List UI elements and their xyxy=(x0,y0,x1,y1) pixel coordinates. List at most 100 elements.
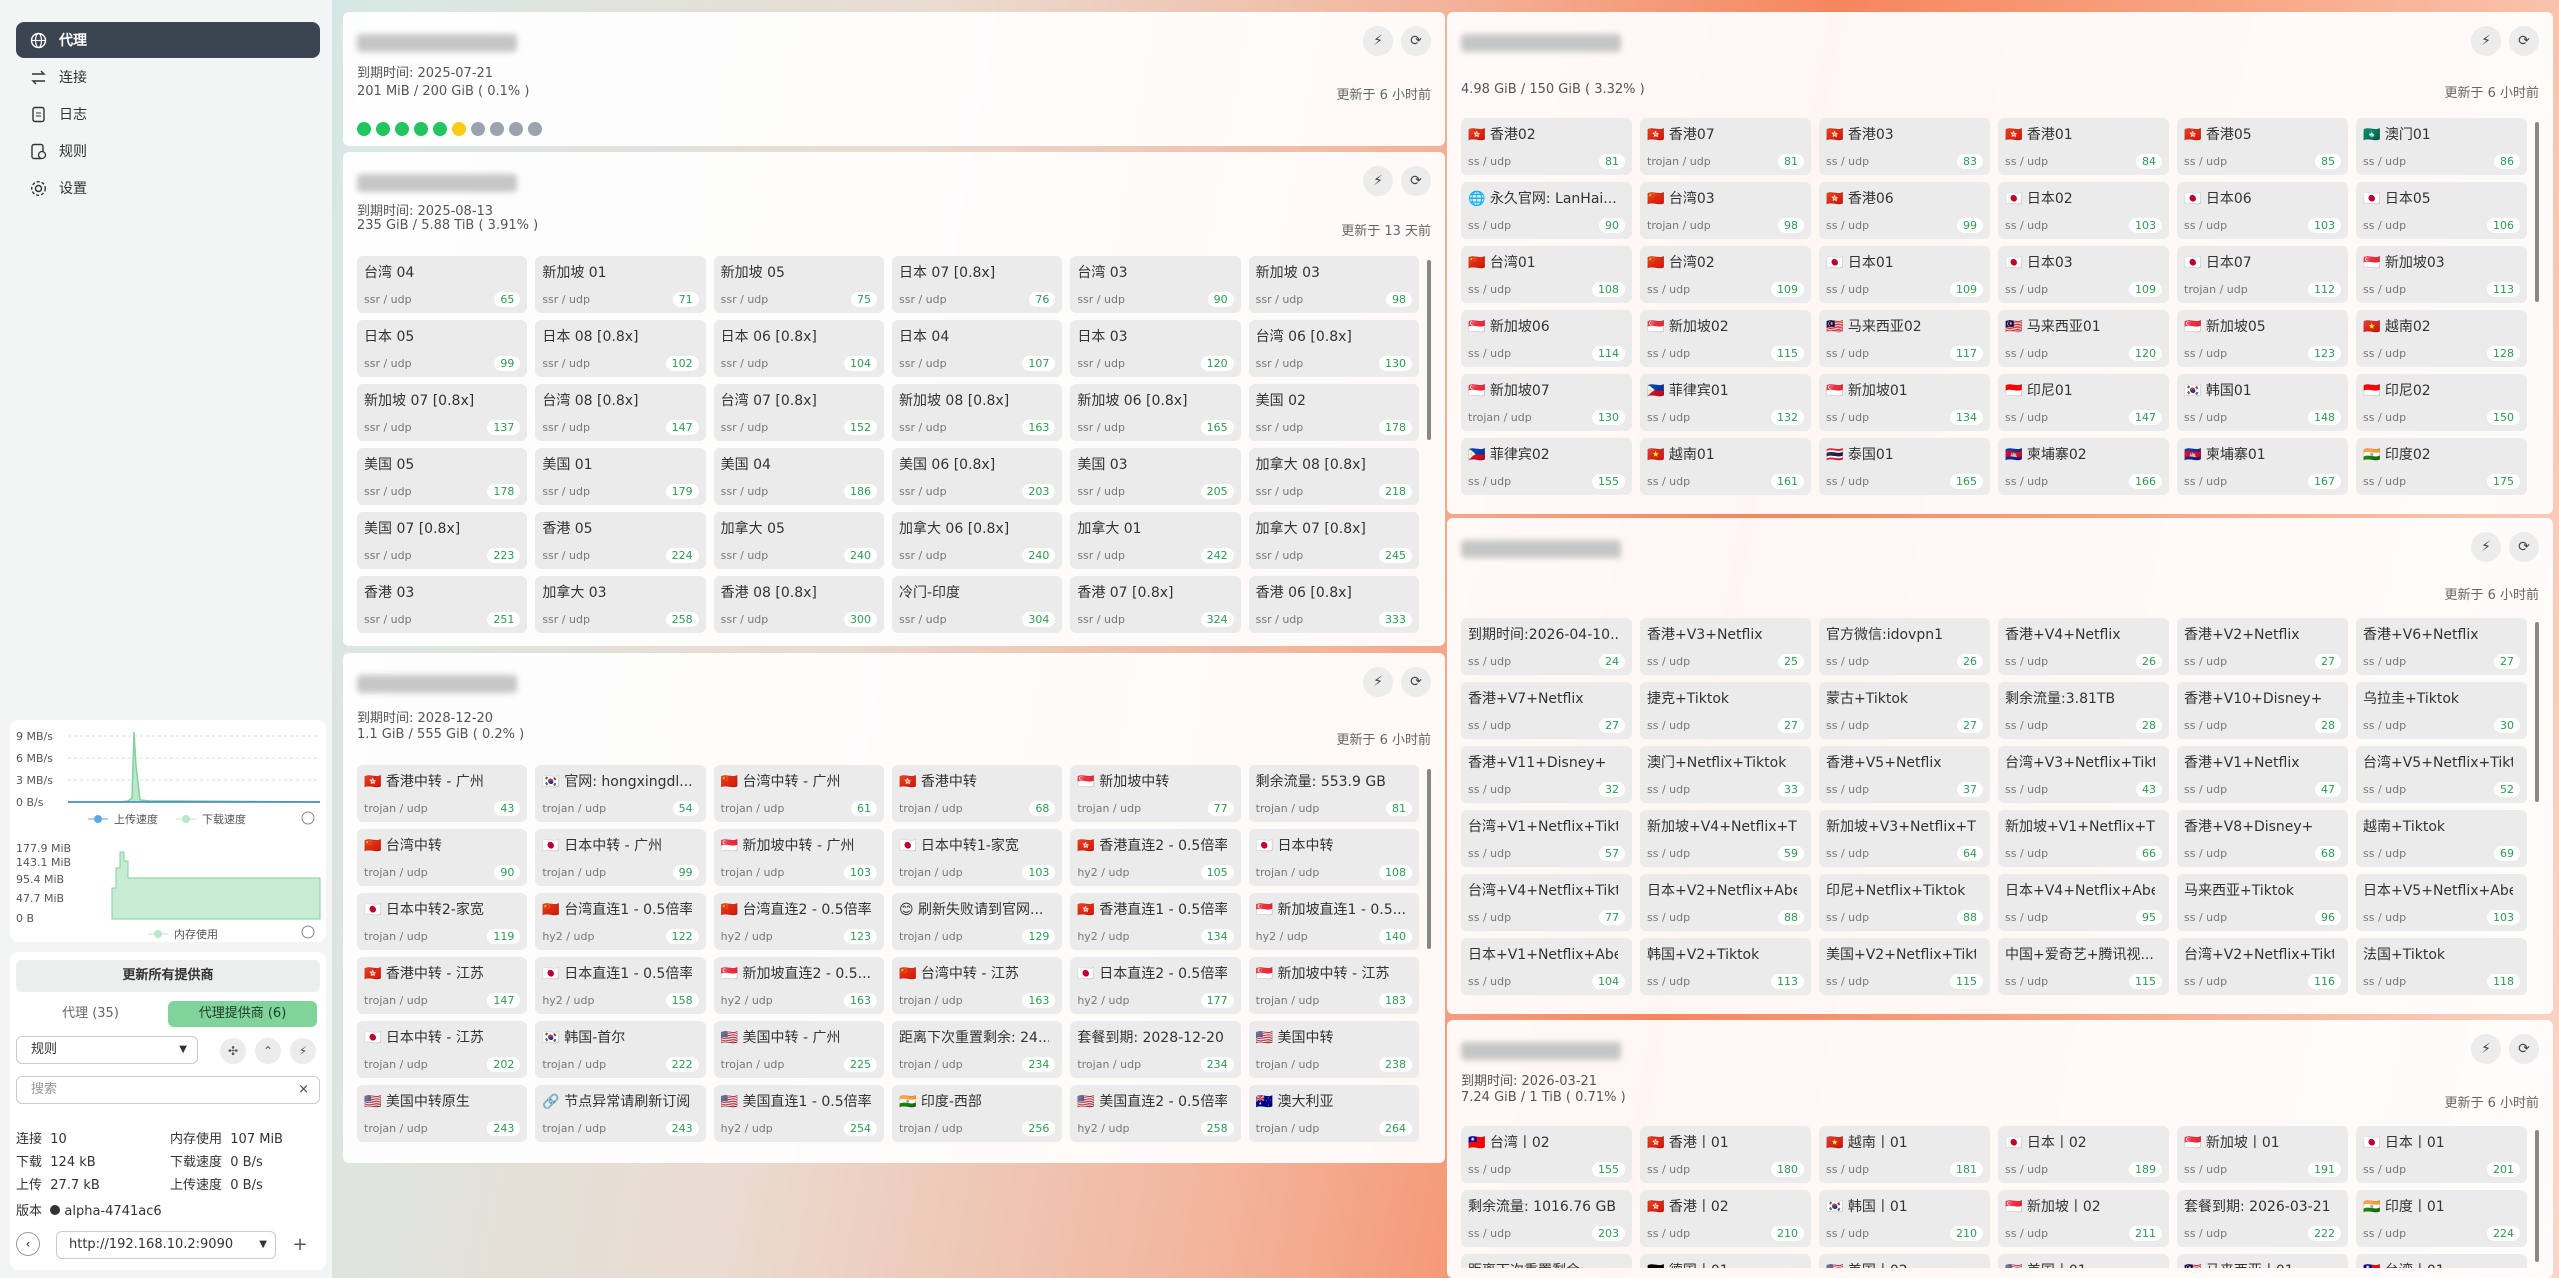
proxy-node[interactable]: 🇸🇬 新加坡02 ss / udp 115 xyxy=(1640,310,1811,367)
tab-proxies[interactable]: 代理 (35) xyxy=(16,1001,165,1027)
proxy-node[interactable]: 🇺🇸 美国丨01ss / udp236 xyxy=(1998,1254,2169,1268)
proxy-node[interactable]: 🇯🇵 日本丨02 ss / udp 189 xyxy=(1998,1126,2169,1183)
proxy-node[interactable]: 美国 05 ssr / udp 178 xyxy=(357,448,528,505)
proxy-node[interactable]: 🇭🇰 香港01 ss / udp 84 xyxy=(1998,118,2169,175)
proxy-node[interactable]: 🇭🇰 香港03 ss / udp 83 xyxy=(1819,118,1990,175)
proxy-node[interactable]: 🇭🇰 香港直连2 - 0.5倍率 hy2 / udp 105 xyxy=(1070,829,1241,886)
refresh-icon[interactable]: ⟳ xyxy=(1401,26,1431,56)
proxy-node[interactable]: 🇸🇬 新加坡中转 - 广州 trojan / udp 103 xyxy=(713,829,884,886)
health-check-icon[interactable]: ⚡ xyxy=(1363,26,1393,56)
proxy-node[interactable]: 🇸🇬 新加坡07 trojan / udp 130 xyxy=(1461,374,1632,431)
proxy-node[interactable]: 🇯🇵 日本中转 - 江苏 trojan / udp 202 xyxy=(357,1021,528,1078)
proxy-node[interactable]: 香港+V1+Netflix ss / udp 47 xyxy=(2177,746,2348,803)
health-check-icon[interactable]: ⚡ xyxy=(2471,1034,2501,1064)
proxy-node[interactable]: 🇭🇰 香港02 ss / udp 81 xyxy=(1461,118,1632,175)
proxy-node[interactable]: 新加坡 05 ssr / udp 75 xyxy=(713,256,884,313)
proxy-node[interactable]: 加拿大 05 ssr / udp 240 xyxy=(713,512,884,569)
proxy-node[interactable]: 🇸🇬 新加坡05 ss / udp 123 xyxy=(2177,310,2348,367)
proxy-node[interactable]: 🇯🇵 日本02 ss / udp 103 xyxy=(1998,182,2169,239)
proxy-node[interactable]: 台湾+V4+Netflix+Tiktok ss / udp 77 xyxy=(1461,874,1632,931)
proxy-node[interactable]: 🇺🇸 美国中转原生 trojan / udp 243 xyxy=(357,1085,528,1142)
proxy-node[interactable]: 套餐到期: 2028-12-20 trojan / udp 234 xyxy=(1070,1021,1241,1078)
proxy-node[interactable]: 官方微信:idovpn1 ss / udp 26 xyxy=(1819,618,1990,675)
proxy-node[interactable]: 😊 刷新失败请到官网... trojan / udp 129 xyxy=(891,893,1063,950)
nav-item-4[interactable]: 设置 xyxy=(16,170,320,206)
proxy-node[interactable]: 套餐到期: 2026-03-21 ss / udp 222 xyxy=(2177,1190,2348,1247)
scrollbar[interactable] xyxy=(1427,769,1431,949)
proxy-node[interactable]: 🇲🇾 马来西亚01 ss / udp 120 xyxy=(1998,310,2169,367)
proxy-node[interactable]: 澳门+Netflix+Tiktok ss / udp 33 xyxy=(1640,746,1811,803)
proxy-node[interactable]: 🇻🇳 越南丨01 ss / udp 181 xyxy=(1819,1126,1990,1183)
proxy-node[interactable]: 新加坡 08 [0.8x] ssr / udp 163 xyxy=(891,384,1063,441)
proxy-node[interactable]: 香港 06 [0.8x] ssr / udp 333 xyxy=(1248,576,1419,633)
proxy-node[interactable]: 🇯🇵 日本中转 - 广州 trojan / udp 99 xyxy=(535,829,706,886)
scrollbar[interactable] xyxy=(2535,622,2539,802)
proxy-node[interactable]: 🇺🇸 美国直连1 - 0.5倍率 hy2 / udp 254 xyxy=(713,1085,884,1142)
scrollbar[interactable] xyxy=(1427,260,1431,440)
proxy-node[interactable]: 法国+Tiktok ss / udp 118 xyxy=(2356,938,2527,995)
proxy-node[interactable]: 🇯🇵 日本中转1-家宽 trojan / udp 103 xyxy=(891,829,1063,886)
proxy-node[interactable]: 🇰🇷 韩国-首尔 trojan / udp 222 xyxy=(535,1021,706,1078)
proxy-node[interactable]: 台湾 04 ssr / udp 65 xyxy=(357,256,528,313)
proxy-node[interactable]: 🇲🇾 马来西亚02 ss / udp 117 xyxy=(1819,310,1990,367)
proxy-node[interactable]: 🇯🇵 日本01 ss / udp 109 xyxy=(1819,246,1990,303)
proxy-node[interactable]: 美国 01 ssr / udp 179 xyxy=(535,448,706,505)
backend-select[interactable]: http://192.168.10.2:9090 ▼ xyxy=(56,1231,276,1259)
proxy-node[interactable]: 距离下次重置剩余: ...ss / udp230 xyxy=(1461,1254,1632,1268)
proxy-node[interactable]: 🇵🇭 菲律宾01 ss / udp 132 xyxy=(1640,374,1811,431)
proxy-node[interactable]: 香港 05 ssr / udp 224 xyxy=(535,512,706,569)
proxy-node[interactable]: 🇯🇵 日本中转 trojan / udp 108 xyxy=(1248,829,1419,886)
proxy-node[interactable]: 台湾 07 [0.8x] ssr / udp 152 xyxy=(713,384,884,441)
proxy-node[interactable]: 🇭🇰 香港中转 - 广州 trojan / udp 43 xyxy=(357,765,528,822)
nav-item-1[interactable]: 连接 xyxy=(16,59,320,95)
proxy-node[interactable]: 🇮🇳 印度02 ss / udp 175 xyxy=(2356,438,2527,495)
clear-icon[interactable]: × xyxy=(298,1077,309,1103)
proxy-node[interactable]: 🇨🇳 台湾中转 - 江苏 trojan / udp 163 xyxy=(891,957,1063,1014)
add-backend-icon[interactable]: + xyxy=(286,1231,314,1259)
proxy-node[interactable]: 加拿大 01 ssr / udp 242 xyxy=(1070,512,1241,569)
proxy-node[interactable]: 台湾+V2+Netflix+Tiktok ss / udp 116 xyxy=(2177,938,2348,995)
proxy-node[interactable]: 香港+V10+Disney+ ss / udp 28 xyxy=(2177,682,2348,739)
proxy-node[interactable]: 美国 02 ssr / udp 178 xyxy=(1248,384,1419,441)
proxy-node[interactable]: 🇹🇼 台湾丨02 ss / udp 155 xyxy=(1461,1126,1632,1183)
proxy-node[interactable]: 加拿大 07 [0.8x] ssr / udp 245 xyxy=(1248,512,1419,569)
proxy-node[interactable]: 🇨🇳 台湾中转 trojan / udp 90 xyxy=(357,829,528,886)
health-check-icon[interactable]: ⚡ xyxy=(1363,166,1393,196)
proxy-node[interactable]: 剩余流量: 553.9 GB trojan / udp 81 xyxy=(1248,765,1419,822)
proxy-node[interactable]: 蒙古+Tiktok ss / udp 27 xyxy=(1819,682,1990,739)
proxy-node[interactable]: 日本 04 ssr / udp 107 xyxy=(891,320,1063,377)
proxy-node[interactable]: 台湾 06 [0.8x] ssr / udp 130 xyxy=(1248,320,1419,377)
proxy-node[interactable]: 香港+V5+Netflix ss / udp 37 xyxy=(1819,746,1990,803)
proxy-node[interactable]: 🇨🇳 台湾中转 - 广州 trojan / udp 61 xyxy=(713,765,884,822)
proxy-node[interactable]: 🇹🇼 台湾丨01ss / udp245 xyxy=(2356,1254,2527,1268)
refresh-icon[interactable]: ⟳ xyxy=(1401,667,1431,697)
refresh-icon[interactable]: ⟳ xyxy=(1401,166,1431,196)
proxy-node[interactable]: 越南+Tiktok ss / udp 69 xyxy=(2356,810,2527,867)
health-check-icon[interactable]: ⚡ xyxy=(2471,532,2501,562)
proxy-node[interactable]: 🇭🇰 香港06 ss / udp 99 xyxy=(1819,182,1990,239)
proxy-node[interactable]: 香港+V8+Disney+ ss / udp 68 xyxy=(2177,810,2348,867)
proxy-node[interactable]: 日本 07 [0.8x] ssr / udp 76 xyxy=(891,256,1063,313)
proxy-node[interactable]: 🇦🇺 澳大利亚 trojan / udp 264 xyxy=(1248,1085,1419,1142)
proxy-node[interactable]: 美国+V2+Netflix+Tiktok ss / udp 115 xyxy=(1819,938,1990,995)
proxy-node[interactable]: 冷门-印度 ssr / udp 304 xyxy=(891,576,1063,633)
proxy-node[interactable]: 🇨🇳 台湾03 trojan / udp 98 xyxy=(1640,182,1811,239)
proxy-node[interactable]: 🇸🇬 新加坡03 ss / udp 113 xyxy=(2356,246,2527,303)
proxy-node[interactable]: 香港 07 [0.8x] ssr / udp 324 xyxy=(1070,576,1241,633)
proxy-node[interactable]: 乌拉圭+Tiktok ss / udp 30 xyxy=(2356,682,2527,739)
proxy-node[interactable]: 🇯🇵 日本05 ss / udp 106 xyxy=(2356,182,2527,239)
proxy-node[interactable]: 🇸🇬 新加坡丨01 ss / udp 191 xyxy=(2177,1126,2348,1183)
proxy-node[interactable]: 🇻🇳 越南01 ss / udp 161 xyxy=(1640,438,1811,495)
proxy-node[interactable]: 新加坡 07 [0.8x] ssr / udp 137 xyxy=(357,384,528,441)
proxy-node[interactable]: 日本 03 ssr / udp 120 xyxy=(1070,320,1241,377)
health-check-icon[interactable]: ⚡ xyxy=(1363,667,1393,697)
proxy-node[interactable]: 加拿大 08 [0.8x] ssr / udp 218 xyxy=(1248,448,1419,505)
proxy-node[interactable]: 新加坡 01 ssr / udp 71 xyxy=(535,256,706,313)
scrollbar[interactable] xyxy=(2535,1130,2539,1262)
proxy-node[interactable]: 香港+V7+Netflix ss / udp 27 xyxy=(1461,682,1632,739)
proxy-node[interactable]: 🇰🇭 柬埔寨01 ss / udp 167 xyxy=(2177,438,2348,495)
proxy-node[interactable]: 🇮🇳 印度丨01 ss / udp 224 xyxy=(2356,1190,2527,1247)
proxy-node[interactable]: 🇲🇾 马来西亚丨01ss / udp240 xyxy=(2177,1254,2348,1268)
search-input[interactable]: 搜索 × xyxy=(16,1076,320,1104)
proxy-node[interactable]: 🇯🇵 日本直连1 - 0.5倍率 hy2 / udp 158 xyxy=(535,957,706,1014)
